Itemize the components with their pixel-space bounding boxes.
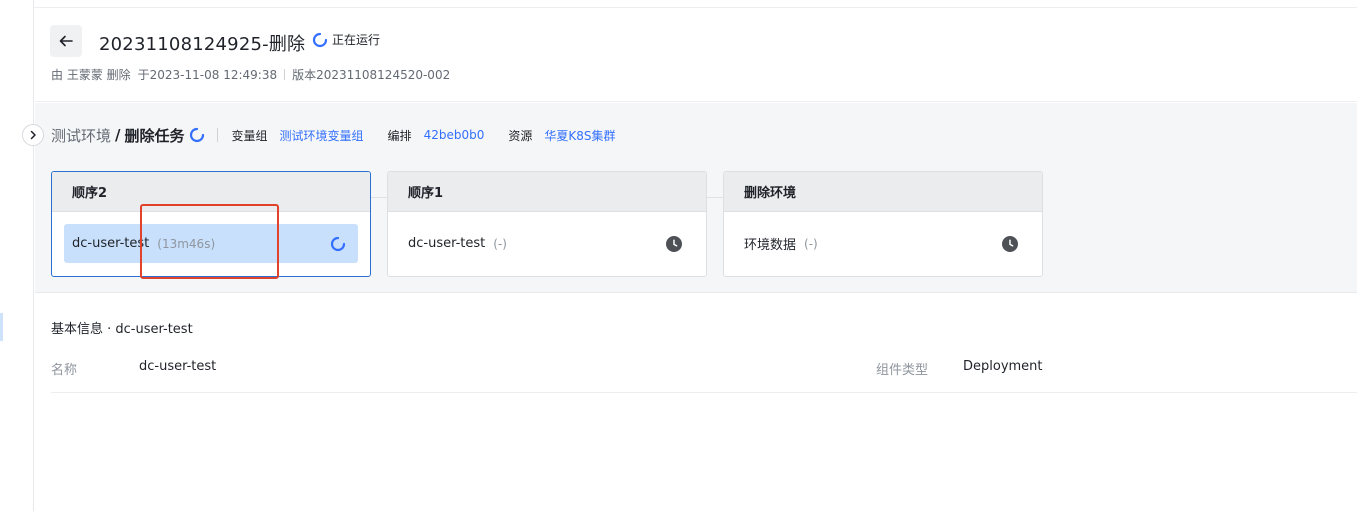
stage-task-item[interactable]: dc-user-test (13m46s) <box>64 224 358 263</box>
name-label: 名称 <box>51 363 78 378</box>
clock-icon <box>666 236 682 252</box>
component-type-label: 组件类型 <box>876 363 929 378</box>
resource-label: 资源 <box>508 128 533 143</box>
task-label: 环境数据 <box>744 238 797 253</box>
meta-operator: 由 王蒙蒙 删除 <box>51 68 131 82</box>
breadcrumb-separator: / <box>115 126 121 144</box>
run-status-badge: 正在运行 <box>312 31 380 48</box>
resource-link[interactable]: 华夏K8S集群 <box>544 127 615 144</box>
page-header: 20231108124925-删除 正在运行 由 王蒙蒙 删除 于2023-11… <box>35 8 1357 102</box>
task-name: 删除任务 <box>124 126 185 145</box>
clock-icon <box>1002 236 1018 252</box>
basic-info-row: 名称 dc-user-test 组件类型 Deployment <box>51 348 1357 393</box>
environment-name[interactable]: 测试环境 <box>51 125 111 146</box>
stage-task-item[interactable]: 环境数据 (-) <box>736 224 1030 263</box>
run-status-text: 正在运行 <box>332 33 381 47</box>
stage-title: 顺序2 <box>52 172 370 212</box>
name-value: dc-user-test <box>139 359 217 374</box>
left-rail <box>0 0 34 511</box>
stage-card-order-1[interactable]: 顺序1 dc-user-test (-) <box>387 171 707 277</box>
basic-info-title: 基本信息 · dc-user-test <box>51 322 193 337</box>
expand-sidebar-button[interactable] <box>22 124 44 146</box>
stage-connector <box>371 197 387 198</box>
task-duration: (-) <box>493 236 507 251</box>
stage-card-order-2[interactable]: 顺序2 dc-user-test (13m46s) <box>51 171 371 277</box>
stage-bar-divider <box>216 128 218 142</box>
stage-title: 删除环境 <box>724 172 1042 212</box>
stage-card-delete-env[interactable]: 删除环境 环境数据 (-) <box>723 171 1043 277</box>
meta-divider <box>284 69 286 80</box>
orchestration-label: 编排 <box>387 128 412 143</box>
task-duration: (-) <box>804 236 818 251</box>
back-button[interactable] <box>50 25 82 57</box>
variable-group-label: 变量组 <box>231 128 268 143</box>
chevron-right-icon <box>30 130 36 140</box>
left-rail-active-marker <box>0 313 3 341</box>
task-duration: (13m46s) <box>157 236 216 251</box>
meta-row: 由 王蒙蒙 删除 于2023-11-08 12:49:38 版本20231108… <box>51 66 450 83</box>
arrow-left-icon <box>59 35 73 47</box>
task-label: dc-user-test <box>408 236 486 251</box>
spinner-icon <box>189 127 204 143</box>
spinner-icon <box>330 236 346 252</box>
stage-bar: 测试环境 / 删除任务 变量组 测试环境变量组 编排 42beb0b0 资源 华… <box>51 124 639 146</box>
stage-connector <box>707 197 723 198</box>
orchestration-link[interactable]: 42beb0b0 <box>424 128 485 142</box>
variable-group-link[interactable]: 测试环境变量组 <box>280 127 364 144</box>
spinner-icon <box>312 32 328 47</box>
component-type-value: Deployment <box>963 359 1043 374</box>
stage-task-item[interactable]: dc-user-test (-) <box>400 224 694 263</box>
stage-title: 顺序1 <box>388 172 706 212</box>
page-title: 20231108124925-删除 <box>99 34 306 55</box>
task-label: dc-user-test <box>72 236 150 251</box>
meta-time: 于2023-11-08 12:49:38 <box>137 68 278 82</box>
meta-version: 版本20231108124520-002 <box>292 68 451 82</box>
